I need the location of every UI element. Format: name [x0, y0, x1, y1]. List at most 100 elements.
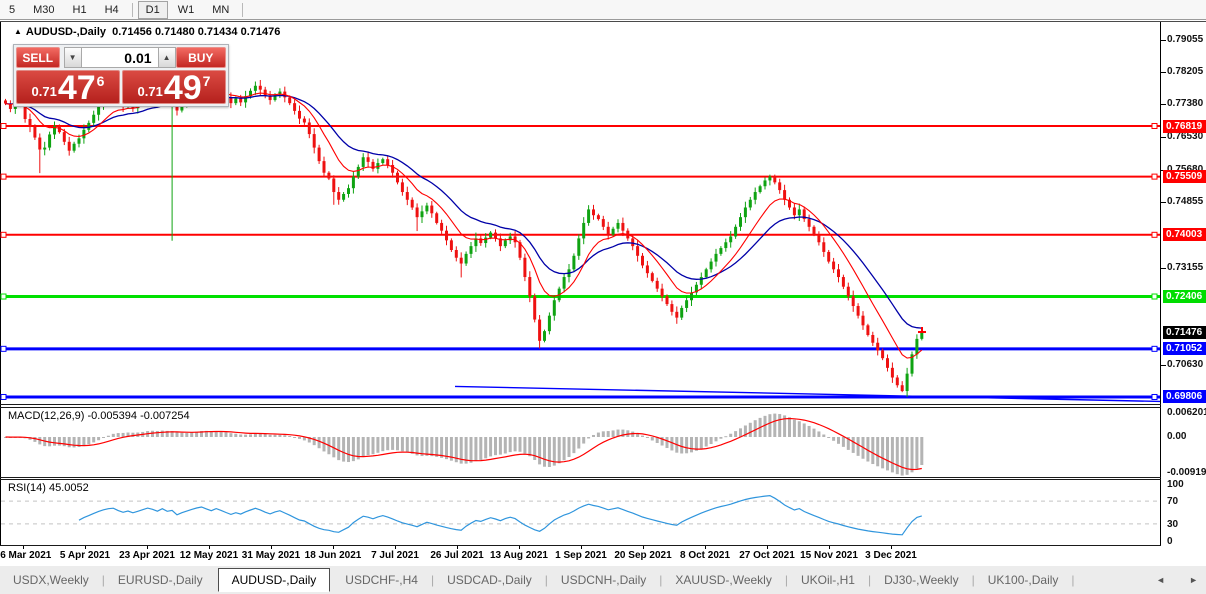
sell-price-prefix: 0.71 — [31, 84, 57, 99]
tab-scroll-left-icon[interactable]: ◄ — [1156, 575, 1165, 585]
chart-tab-uk100-daily[interactable]: UK100-,Daily — [975, 568, 1072, 592]
timeframe-button-MN[interactable]: MN — [204, 1, 237, 19]
axis-tick — [1161, 365, 1166, 367]
price-tag-0.69806: 0.69806 — [1163, 390, 1206, 404]
chart-title: ▲ AUDUSD-,Daily 0.71456 0.71480 0.71434 0… — [14, 26, 280, 38]
sell-price-big: 47 — [57, 70, 96, 104]
price-tag-0.76819: 0.76819 — [1163, 119, 1206, 133]
timeframe-button-H4[interactable]: H4 — [97, 1, 127, 19]
timeframe-button-5[interactable]: 5 — [1, 1, 23, 19]
tab-scroll-right-icon[interactable]: ► — [1189, 575, 1198, 585]
timeframe-button-M30[interactable]: M30 — [25, 1, 62, 19]
rsi-axis-label: 0 — [1167, 536, 1173, 547]
date-axis-label: 20 Sep 2021 — [614, 550, 672, 561]
volume-decrease-button[interactable]: ▼ — [63, 47, 82, 68]
macd-axis-label: 0.006201 — [1167, 407, 1206, 418]
price-tag-0.75509: 0.75509 — [1163, 170, 1206, 184]
date-axis-tick — [147, 546, 148, 549]
date-axis-label: 18 Jun 2021 — [304, 550, 362, 561]
volume-input[interactable] — [81, 47, 158, 68]
date-axis-label: 3 Dec 2021 — [865, 550, 917, 561]
date-axis-tick — [519, 546, 520, 549]
chart-tab-ukoil-h1[interactable]: UKOil-,H1 — [788, 568, 868, 592]
chart-symbol-period: AUDUSD-,Daily — [25, 26, 106, 38]
date-axis-tick — [395, 546, 396, 549]
buy-button[interactable]: BUY — [175, 47, 226, 68]
axis-tick — [1161, 72, 1166, 74]
buy-price-prefix: 0.71 — [137, 84, 163, 99]
date-axis-tick — [271, 546, 272, 549]
tab-separator: | — [1071, 573, 1075, 587]
date-axis-label: 26 Jul 2021 — [430, 550, 484, 561]
toolbar-separator — [242, 2, 244, 17]
macd-canvas[interactable] — [1, 408, 1160, 477]
sell-price-box[interactable]: 0.71 47 6 — [16, 70, 120, 104]
date-axis-tick — [891, 546, 892, 549]
sell-price-pip: 6 — [96, 73, 105, 89]
date-axis-label: 13 Aug 2021 — [490, 550, 548, 561]
date-axis-label: 12 May 2021 — [179, 550, 239, 561]
chart-ohlc-quotes: 0.71456 0.71480 0.71434 0.71476 — [112, 26, 281, 38]
one-click-trading-panel: SELL ▼ ▲ BUY 0.71 47 6 0.71 49 7 — [13, 44, 229, 107]
buy-price-box[interactable]: 0.71 49 7 — [122, 70, 226, 104]
price-tag-0.71052: 0.71052 — [1163, 342, 1206, 356]
date-axis-tick — [23, 546, 24, 549]
date-axis-label: 7 Jul 2021 — [371, 550, 419, 561]
price-axis-label: 0.70630 — [1167, 359, 1204, 371]
buy-price-big: 49 — [163, 70, 202, 104]
date-axis-tick — [209, 546, 210, 549]
date-axis-tick — [85, 546, 86, 549]
tab-scroll-buttons: ◄ ► — [1156, 575, 1206, 585]
macd-axis-label: 0.00 — [1167, 431, 1187, 442]
timeframe-button-W1[interactable]: W1 — [170, 1, 203, 19]
chart-tab-audusd-daily[interactable]: AUDUSD-,Daily — [217, 568, 331, 592]
timeframe-button-D1[interactable]: D1 — [137, 0, 168, 19]
price-tag-0.72406: 0.72406 — [1163, 290, 1206, 304]
date-axis-tick — [767, 546, 768, 549]
main-macd-divider[interactable] — [0, 404, 1161, 405]
axis-tick — [1161, 137, 1166, 139]
chart-tab-usdx-weekly[interactable]: USDX,Weekly — [0, 568, 102, 592]
chart-tab-usdchf-h4[interactable]: USDCHF-,H4 — [332, 568, 431, 592]
axis-tick — [1161, 39, 1166, 41]
date-axis-label: 8 Oct 2021 — [679, 550, 731, 561]
rsi-axis-label: 30 — [1167, 518, 1179, 530]
chart-tab-eurusd-daily[interactable]: EURUSD-,Daily — [105, 568, 216, 592]
axis-tick — [1161, 104, 1166, 106]
price-axis-label: 0.79055 — [1167, 33, 1204, 45]
axis-divider — [1160, 22, 1161, 545]
date-axis-label: 27 Oct 2021 — [739, 550, 795, 561]
price-axis-label: 0.74855 — [1167, 195, 1204, 207]
chart-tab-usdcad-daily[interactable]: USDCAD-,Daily — [434, 568, 545, 592]
price-tag-0.74003: 0.74003 — [1163, 228, 1206, 242]
date-axis-label: 5 Apr 2021 — [59, 550, 111, 561]
date-axis-tick — [457, 546, 458, 549]
date-axis-label: 1 Sep 2021 — [555, 550, 607, 561]
date-axis-tick — [581, 546, 582, 549]
rsi-canvas[interactable] — [1, 480, 1160, 545]
chart-tab-dj30-weekly[interactable]: DJ30-,Weekly — [871, 568, 971, 592]
timeframe-button-H1[interactable]: H1 — [65, 1, 95, 19]
date-axis-tick — [829, 546, 830, 549]
date-axis-label: 16 Mar 2021 — [0, 550, 52, 561]
timeframe-toolbar: 5 M30 H1 H4 D1 W1 MN — [0, 0, 1206, 19]
price-axis-label: 0.77380 — [1167, 98, 1204, 110]
chart-tab-usdcnh-daily[interactable]: USDCNH-,Daily — [548, 568, 659, 592]
rsi-axis-label: 70 — [1167, 496, 1179, 508]
volume-increase-button[interactable]: ▲ — [157, 47, 176, 68]
chart-tab-xauusd-weekly[interactable]: XAUUSD-,Weekly — [662, 568, 784, 592]
macd-rsi-divider[interactable] — [0, 477, 1161, 478]
date-axis-label: 15 Nov 2021 — [800, 550, 858, 561]
trade-panel-collapse-icon[interactable]: ▲ — [14, 27, 22, 36]
date-axis-tick — [333, 546, 334, 549]
date-axis: 16 Mar 2021 5 Apr 2021 23 Apr 2021 12 May 2… — [0, 546, 1160, 564]
rsi-axis-label: 100 — [1167, 479, 1184, 490]
sell-button[interactable]: SELL — [16, 47, 60, 68]
date-axis-tick — [705, 546, 706, 549]
buy-price-pip: 7 — [202, 73, 211, 89]
mt4-window: 5 M30 H1 H4 D1 W1 MN ▲ AUDUSD-,Daily 0.71456 0.… — [0, 0, 1206, 594]
toolbar-separator — [131, 2, 133, 17]
date-axis-tick — [643, 546, 644, 549]
date-axis-label: 23 Apr 2021 — [119, 550, 175, 561]
date-axis-label: 31 May 2021 — [241, 550, 301, 561]
